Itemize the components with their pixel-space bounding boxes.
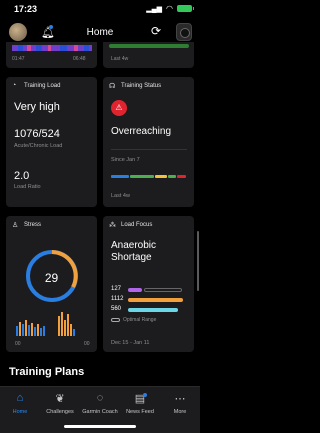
- card-title: Training Load: [24, 83, 61, 89]
- status-since: Since Jan 7: [111, 157, 140, 163]
- home-indicator: [64, 425, 136, 428]
- status-period: Last 4w: [111, 193, 130, 199]
- hrv-bar: [109, 44, 189, 48]
- load-focus-row-anaerobic: 127: [111, 286, 191, 294]
- scroll-indicator: [197, 231, 199, 291]
- load-ratio-value: 2.0: [14, 170, 30, 182]
- whistle-icon: ◌: [96, 392, 104, 404]
- load-focus-status-line2: Shortage: [111, 252, 152, 263]
- stress-value: 29: [44, 271, 59, 285]
- load-value: 127: [111, 286, 122, 292]
- load-bar: [128, 298, 183, 302]
- activity-icon: ☊: [109, 83, 116, 90]
- wifi-icon: ◠: [166, 4, 173, 13]
- divider: [111, 149, 187, 150]
- status-bar-segment: [130, 175, 154, 178]
- stress-histogram: [16, 312, 75, 336]
- tab-label: Challenges: [46, 409, 74, 415]
- battery-icon: [177, 5, 194, 12]
- training-status-card[interactable]: ☊ Training Status ⚠ Overreaching Since J…: [103, 77, 194, 207]
- axis-start-label: 00: [15, 341, 21, 347]
- load-ratio-label: Load Ratio: [14, 184, 41, 190]
- status-bar-segment: [111, 175, 129, 178]
- page-title: Home: [86, 27, 114, 38]
- load-value: 1112: [111, 296, 124, 302]
- tab-label: Garmin Coach: [82, 409, 118, 415]
- gauge-icon: ◔: [12, 82, 17, 89]
- hrv-period: Last 4w: [111, 56, 129, 62]
- newsfeed-badge: [143, 393, 147, 397]
- axis-end-label: 00: [84, 341, 90, 347]
- hrv-card[interactable]: Last 4w: [103, 42, 194, 68]
- load-focus-status: Anaerobic Shortage: [111, 240, 156, 264]
- card-title: Training Status: [121, 83, 162, 89]
- more-icon: ⋯: [174, 393, 186, 405]
- load-focus-card[interactable]: ⁂ Load Focus Anaerobic Shortage 127 1112…: [103, 216, 194, 352]
- sleep-timeline: [12, 45, 92, 51]
- load-focus-row-high-aerobic: 1112: [111, 296, 191, 304]
- sync-icon[interactable]: ⟳: [151, 24, 161, 38]
- status-badge: ⚠: [111, 100, 127, 116]
- acute-chronic-value: 1076/524: [14, 128, 60, 140]
- sleep-time-end: 06:48: [73, 56, 86, 62]
- tab-garmin-coach[interactable]: ◌ Garmin Coach: [80, 392, 120, 415]
- tab-label: Home: [12, 409, 28, 415]
- signal-icon: ▂▄▆: [146, 5, 163, 13]
- load-focus-icon: ⁂: [109, 222, 116, 229]
- tab-challenges[interactable]: ❦ Challenges: [40, 392, 80, 415]
- card-title: Load Focus: [121, 222, 153, 228]
- load-focus-dates: Dec 15 - Jan 11: [111, 340, 150, 346]
- status-icons: ▂▄▆ ◠: [146, 4, 194, 13]
- newsfeed-icon: ▤: [134, 393, 146, 405]
- optimal-range-box: [144, 288, 182, 292]
- legend-label: Optimal Range: [123, 317, 157, 323]
- tab-news-feed[interactable]: ▤ News Feed: [120, 392, 160, 415]
- status-bar-segment: [168, 175, 176, 178]
- acute-chronic-label: Acute/Chronic Load: [14, 143, 63, 149]
- tab-home[interactable]: ⌂ Home: [0, 392, 40, 415]
- status-time: 17:23: [14, 4, 38, 14]
- sleep-time-start: 01:47: [12, 56, 25, 62]
- tab-label: News Feed: [126, 409, 154, 415]
- status-bar-segment: [177, 175, 186, 178]
- status-bar-segment: [155, 175, 167, 178]
- load-bar: [128, 288, 142, 292]
- home-icon: ⌂: [16, 392, 24, 404]
- load-focus-row-low-aerobic: 560: [111, 306, 191, 314]
- tab-label: More: [173, 409, 187, 415]
- training-status-value: Overreaching: [111, 126, 172, 137]
- device-watch-icon[interactable]: [176, 23, 192, 41]
- tab-more[interactable]: ⋯ More: [160, 392, 200, 415]
- stress-card[interactable]: ♙ Stress 29 00 00: [6, 216, 97, 352]
- status-bar: 17:23 ▂▄▆ ◠: [0, 0, 200, 18]
- load-value: 560: [111, 306, 122, 312]
- load-bar: [128, 308, 178, 312]
- optimal-range-legend: Optimal Range: [111, 317, 156, 323]
- load-focus-status-line1: Anaerobic: [111, 240, 157, 251]
- training-load-level: Very high: [14, 101, 60, 113]
- laurel-icon: ❦: [55, 393, 65, 405]
- training-load-card[interactable]: ◔ Training Load Very high 1076/524 Acute…: [6, 77, 97, 207]
- section-title: Training Plans: [9, 366, 85, 378]
- sleep-card[interactable]: 01:47 06:48: [6, 42, 97, 68]
- legend-swatch: [111, 318, 120, 322]
